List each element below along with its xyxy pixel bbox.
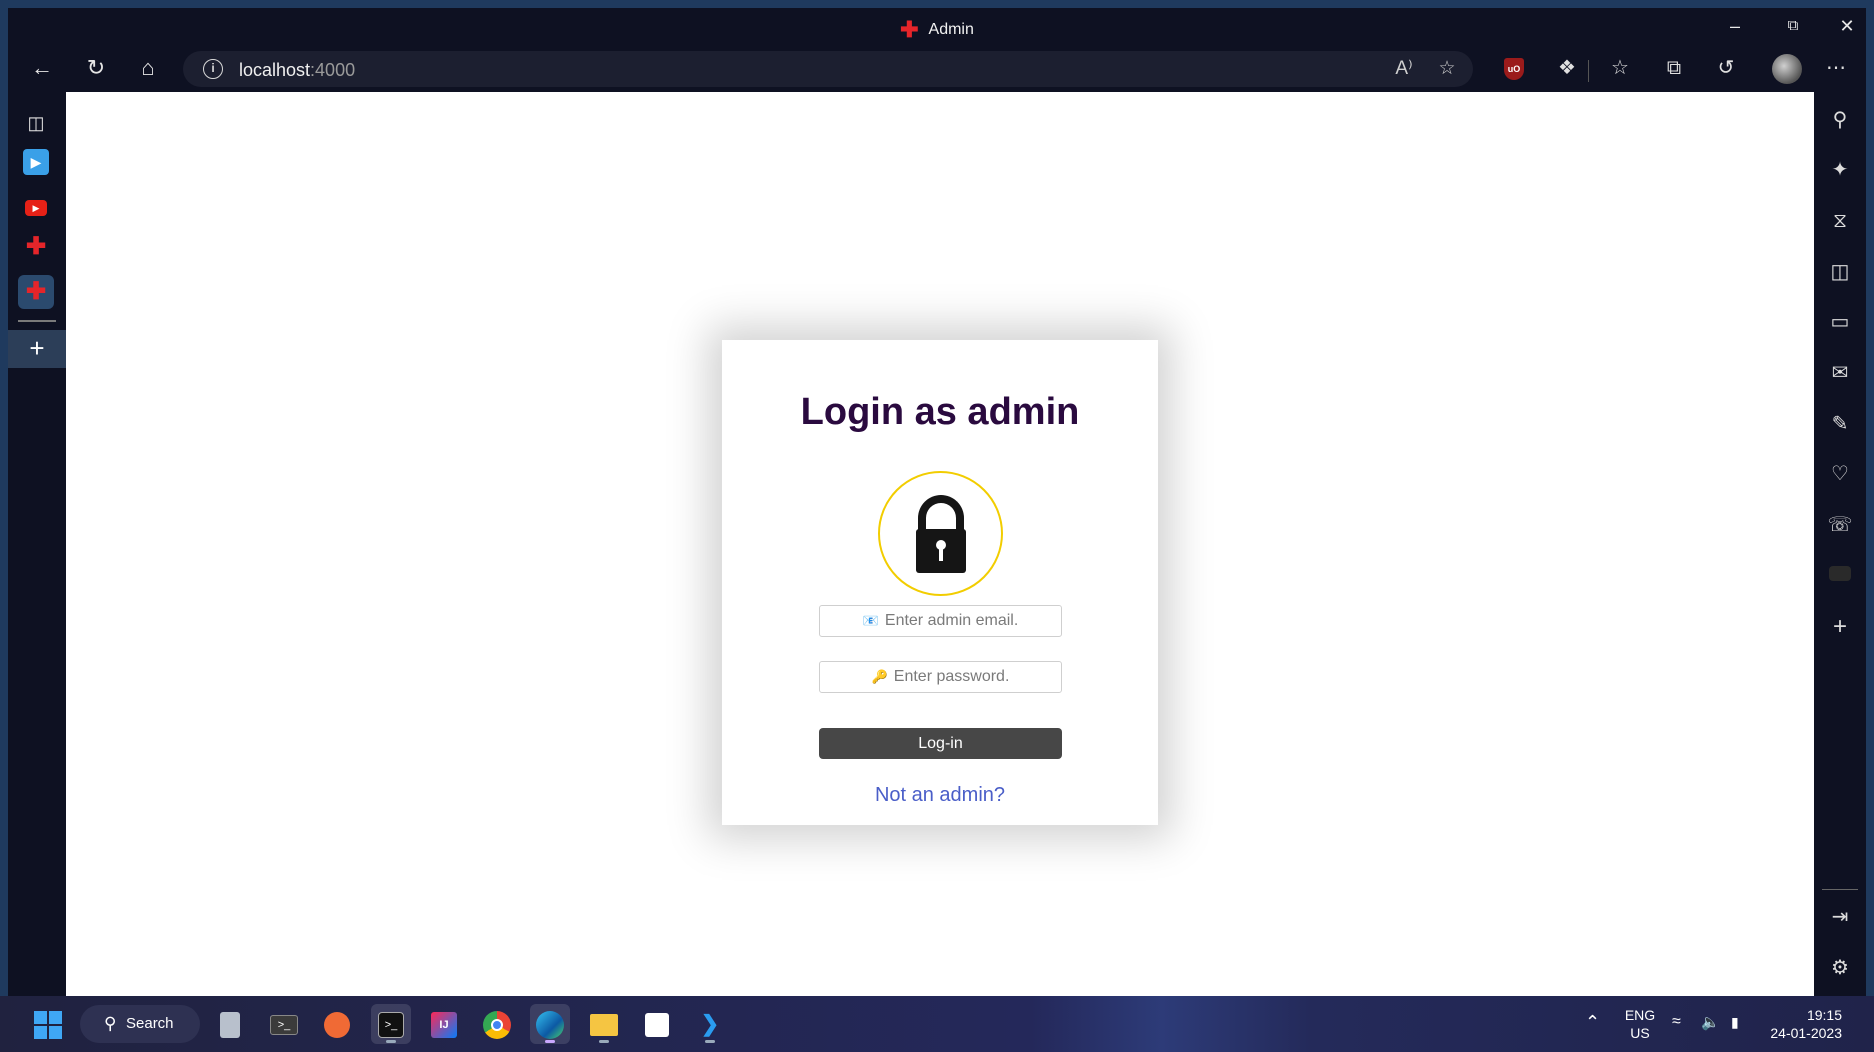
tab-media-icon[interactable]: ▶ bbox=[18, 144, 54, 178]
bash-terminal-icon[interactable]: >_ bbox=[371, 1004, 411, 1044]
tabs-divider bbox=[18, 320, 56, 322]
tab-admin-active-icon[interactable]: ✚ bbox=[18, 275, 54, 309]
taskbar-search-button[interactable]: ⚲ Search bbox=[80, 1005, 200, 1043]
add-favorite-icon[interactable]: ☆ bbox=[1433, 57, 1461, 81]
window-title-area: ✚ Admin bbox=[8, 17, 1866, 43]
window-title: Admin bbox=[928, 21, 974, 38]
running-indicator bbox=[545, 1040, 555, 1043]
title-bar: ✚ Admin – ⧉ ✕ bbox=[8, 8, 1866, 44]
microsoft-store-icon[interactable] bbox=[637, 1004, 677, 1044]
running-indicator bbox=[386, 1040, 396, 1043]
extensions-icon[interactable]: ❖ bbox=[1549, 52, 1585, 84]
profile-avatar[interactable] bbox=[1772, 54, 1802, 84]
sidebar-search-icon[interactable]: ⚲ bbox=[1824, 105, 1856, 135]
keyboard-region: US bbox=[1630, 1025, 1650, 1041]
tab-youtube-icon[interactable]: ▶ bbox=[18, 188, 54, 222]
read-aloud-icon[interactable]: A⁾ bbox=[1390, 57, 1418, 81]
collections-icon[interactable]: ⧉ bbox=[1656, 52, 1692, 84]
running-indicator bbox=[599, 1040, 609, 1043]
address-bar[interactable]: i localhost:4000 A⁾ ☆ bbox=[183, 51, 1473, 87]
vertical-tabs-panel: ◫ ▶ ▶ ✚ ✚ + bbox=[8, 92, 66, 996]
sidebar-bell-icon[interactable]: ♡ bbox=[1824, 459, 1856, 489]
language-indicator[interactable]: ENG US bbox=[1620, 1006, 1660, 1042]
sidebar-settings-icon[interactable]: ⚙ bbox=[1824, 953, 1856, 983]
email-placeholder: Enter admin email. bbox=[884, 612, 1019, 629]
home-button[interactable]: ⌂ bbox=[130, 52, 166, 84]
new-tab-button[interactable]: + bbox=[8, 330, 66, 368]
site-favicon-icon: ✚ bbox=[900, 17, 919, 42]
language-code: ENG bbox=[1624, 1007, 1656, 1023]
refresh-button[interactable]: ↻ bbox=[78, 52, 114, 84]
url-text[interactable]: localhost:4000 bbox=[239, 60, 355, 81]
postman-icon[interactable] bbox=[317, 1004, 357, 1044]
key-icon: 🔑 bbox=[871, 669, 888, 684]
site-info-icon[interactable]: i bbox=[203, 59, 223, 79]
search-icon: ⚲ bbox=[104, 1014, 117, 1033]
password-field[interactable]: 🔑 Enter password. bbox=[819, 661, 1062, 693]
vscode-icon[interactable]: ❯ bbox=[690, 1004, 730, 1044]
lock-keyslot bbox=[939, 547, 943, 561]
clock-date: 24-01-2023 bbox=[1770, 1025, 1842, 1041]
show-hidden-icons-button[interactable]: ⌃ bbox=[1585, 1012, 1600, 1033]
sidebar-drop-icon[interactable]: ✎ bbox=[1824, 409, 1856, 439]
intellij-icon[interactable]: IJ bbox=[424, 1004, 464, 1044]
ublock-extension-icon[interactable]: uO bbox=[1496, 52, 1532, 84]
windows-taskbar: ⚲ Search >_ >_ IJ ❯ ⌃ ENG US ≈ 🔈 ▮ 19:15 … bbox=[0, 996, 1874, 1052]
sidebar-discover-icon[interactable]: ✦ bbox=[1824, 155, 1856, 185]
file-explorer-icon[interactable] bbox=[584, 1004, 624, 1044]
email-field[interactable]: 📧 Enter admin email. bbox=[819, 605, 1062, 637]
edge-sidebar: ⚲ ✦ ⧖ ◫ ▭ ✉ ✎ ♡ ☏ + ⇥ ⚙ bbox=[1814, 92, 1866, 996]
tab-admin-favicon-icon[interactable]: ✚ bbox=[18, 230, 54, 264]
battery-icon[interactable]: ▮ bbox=[1731, 1014, 1739, 1031]
minimize-button[interactable]: – bbox=[1712, 14, 1758, 38]
sidebar-hide-icon[interactable]: ⇥ bbox=[1824, 902, 1856, 932]
taskbar-search-label: Search bbox=[126, 1015, 174, 1032]
history-icon[interactable]: ↺ bbox=[1708, 52, 1744, 84]
taskbar-clock[interactable]: 19:15 24-01-2023 bbox=[1770, 1006, 1842, 1042]
not-admin-link[interactable]: Not an admin? bbox=[722, 784, 1158, 807]
login-card: Login as admin 📧 Enter admin email. 🔑 Ente… bbox=[722, 340, 1158, 825]
browser-toolbar: ← ↻ ⌂ i localhost:4000 A⁾ ☆ uO ❖ ☆ ⧉ ↺ ⋯ bbox=[8, 44, 1866, 92]
url-host: localhost bbox=[239, 60, 311, 80]
sidebar-divider bbox=[1822, 889, 1858, 890]
terminal-icon[interactable]: >_ bbox=[264, 1004, 304, 1044]
page-viewport: Login as admin 📧 Enter admin email. 🔑 Ente… bbox=[66, 92, 1814, 996]
tab-actions-icon[interactable]: ◫ bbox=[18, 106, 54, 140]
back-button[interactable]: ← bbox=[24, 52, 60, 84]
running-indicator bbox=[705, 1040, 715, 1043]
calculator-icon[interactable] bbox=[210, 1004, 250, 1044]
url-port: :4000 bbox=[310, 60, 356, 80]
close-window-button[interactable]: ✕ bbox=[1824, 14, 1870, 38]
sidebar-whatsapp-icon[interactable]: ☏ bbox=[1824, 510, 1856, 540]
sidebar-outlook-icon[interactable]: ✉ bbox=[1824, 358, 1856, 388]
more-menu-icon[interactable]: ⋯ bbox=[1818, 52, 1854, 84]
email-icon: 📧 bbox=[862, 613, 879, 628]
login-button[interactable]: Log-in bbox=[819, 728, 1062, 759]
volume-icon[interactable]: 🔈 bbox=[1701, 1013, 1720, 1031]
sidebar-youtube-icon[interactable] bbox=[1824, 560, 1856, 590]
password-placeholder: Enter password. bbox=[893, 668, 1010, 685]
sidebar-shopping-icon[interactable]: ⧖ bbox=[1824, 206, 1856, 236]
lock-icon bbox=[878, 471, 1003, 596]
favorites-icon[interactable]: ☆ bbox=[1602, 52, 1638, 84]
lock-body bbox=[916, 529, 966, 573]
restore-button[interactable]: ⧉ bbox=[1770, 14, 1816, 38]
sidebar-office-icon[interactable]: ▭ bbox=[1824, 307, 1856, 337]
login-heading: Login as admin bbox=[800, 391, 1080, 433]
wifi-icon[interactable]: ≈ bbox=[1672, 1013, 1681, 1031]
clock-time: 19:15 bbox=[1806, 1007, 1842, 1023]
sidebar-tools-icon[interactable]: ◫ bbox=[1824, 257, 1856, 287]
toolbar-divider bbox=[1588, 60, 1589, 82]
start-button[interactable] bbox=[34, 1011, 62, 1039]
chrome-icon[interactable] bbox=[477, 1004, 517, 1044]
sidebar-add-icon[interactable]: + bbox=[1824, 612, 1856, 642]
edge-icon[interactable] bbox=[530, 1004, 570, 1044]
